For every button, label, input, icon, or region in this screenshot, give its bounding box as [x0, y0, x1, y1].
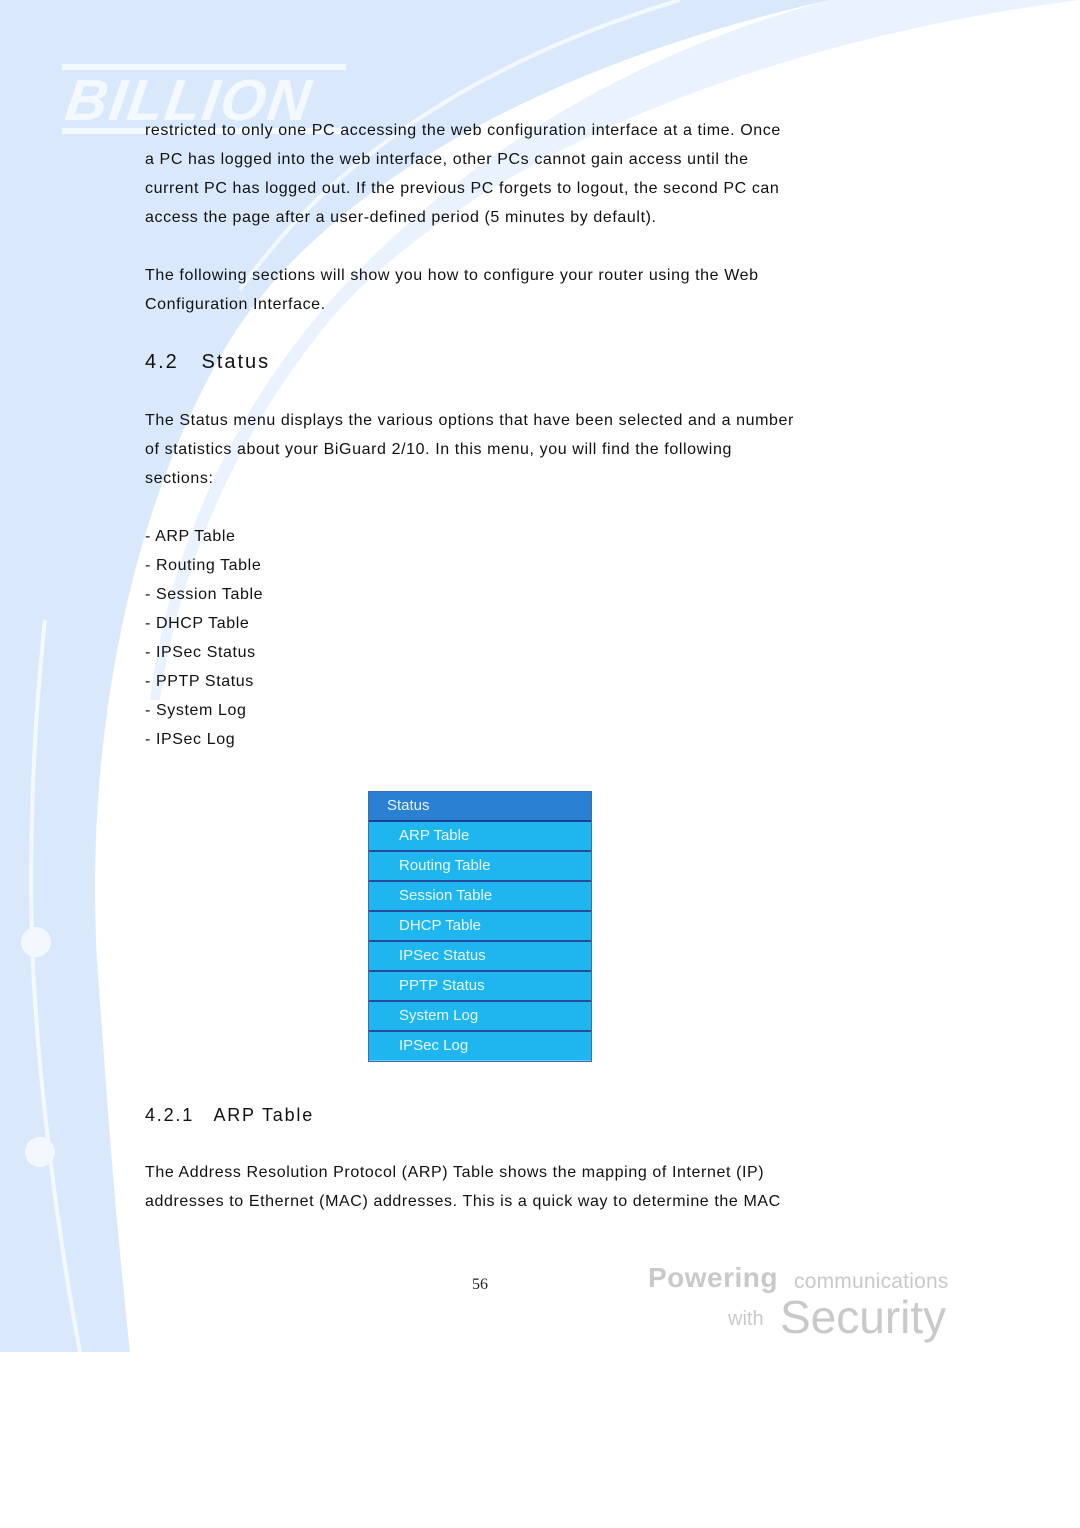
section-heading-status: 4.2 Status — [145, 351, 271, 373]
slogan-logo: Powering communications with Security — [648, 1262, 958, 1352]
page-number: 56 — [472, 1276, 488, 1293]
sections-intro-line: The following sections will show you how… — [145, 267, 759, 284]
status-description-line: of statistics about your BiGuard 2/10. I… — [145, 441, 732, 458]
intro-line: restricted to only one PC accessing the … — [145, 122, 781, 139]
sections-intro-paragraph: The following sections will show you how… — [145, 261, 759, 319]
menu-item-pptp-status[interactable]: PPTP Status — [369, 972, 591, 1002]
manual-page: BILLION restricted to only one PC access… — [0, 0, 1080, 1352]
intro-line: current PC has logged out. If the previo… — [145, 180, 780, 197]
menu-item-system-log[interactable]: System Log — [369, 1002, 591, 1032]
intro-line: a PC has logged into the web interface, … — [145, 151, 749, 168]
status-description-line: The Status menu displays the various opt… — [145, 412, 794, 429]
arp-description: The Address Resolution Protocol (ARP) Ta… — [145, 1158, 781, 1216]
status-menu-screenshot: Status ARP Table Routing Table Session T… — [368, 791, 592, 1062]
intro-line: access the page after a user-defined per… — [145, 209, 657, 226]
list-item: - System Log — [145, 702, 247, 719]
sections-intro-line: Configuration Interface. — [145, 296, 326, 313]
list-item: - IPSec Status — [145, 644, 256, 661]
list-item: - IPSec Log — [145, 731, 236, 748]
menu-item-arp-table[interactable]: ARP Table — [369, 822, 591, 852]
list-item: - ARP Table — [145, 528, 236, 545]
list-item: - PPTP Status — [145, 673, 254, 690]
menu-item-dhcp-table[interactable]: DHCP Table — [369, 912, 591, 942]
menu-item-ipsec-status[interactable]: IPSec Status — [369, 942, 591, 972]
slogan-powering: Powering — [648, 1262, 779, 1293]
list-item: - Session Table — [145, 586, 264, 603]
arp-description-line: addresses to Ethernet (MAC) addresses. T… — [145, 1193, 781, 1210]
status-description-line: sections: — [145, 470, 214, 487]
menu-item-routing-table[interactable]: Routing Table — [369, 852, 591, 882]
status-menu-header[interactable]: Status — [369, 792, 591, 822]
status-sections-list: - ARP Table - Routing Table - Session Ta… — [145, 522, 263, 754]
swoosh-dot-1 — [21, 927, 51, 957]
arp-description-line: The Address Resolution Protocol (ARP) Ta… — [145, 1164, 765, 1181]
status-description: The Status menu displays the various opt… — [145, 406, 794, 493]
list-item: - DHCP Table — [145, 615, 250, 632]
menu-item-ipsec-log[interactable]: IPSec Log — [369, 1032, 591, 1061]
intro-paragraph: restricted to only one PC accessing the … — [145, 116, 781, 232]
list-item: - Routing Table — [145, 557, 262, 574]
slogan-security: Security — [780, 1291, 947, 1343]
swoosh-dot-2 — [25, 1137, 55, 1167]
menu-item-session-table[interactable]: Session Table — [369, 882, 591, 912]
slogan-with: with — [728, 1308, 764, 1330]
subsection-heading-arp-table: 4.2.1 ARP Table — [145, 1105, 315, 1125]
